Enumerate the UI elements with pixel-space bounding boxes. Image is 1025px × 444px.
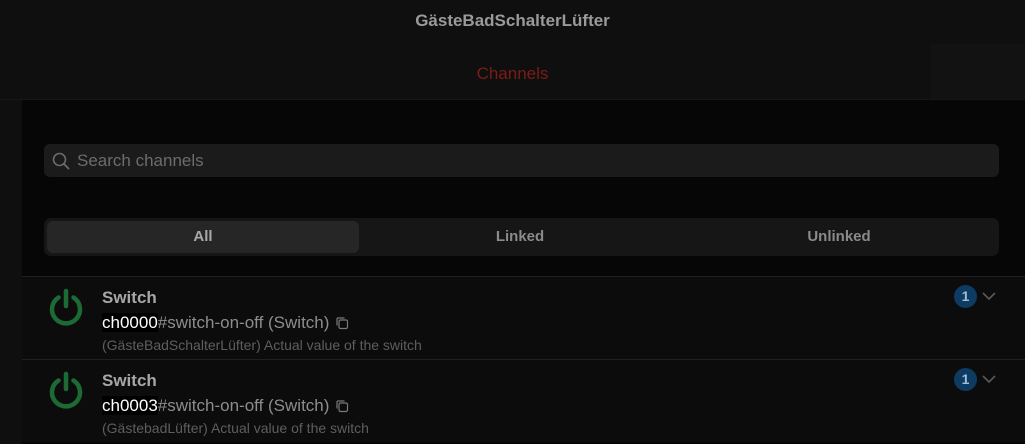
channel-description: (GästeBadSchalterLüfter) Actual value of…: [102, 337, 422, 353]
search-bar[interactable]: [44, 144, 999, 177]
channel-type: #switch-on-off (Switch): [157, 396, 330, 415]
channel-label: Switch: [102, 288, 157, 307]
power-icon: [49, 288, 83, 326]
copy-icon[interactable]: [335, 316, 349, 330]
link-filter-segmented-control: All Linked Unlinked: [44, 218, 999, 256]
tab-bar: Channels: [0, 44, 1025, 100]
link-count-badge: 1: [954, 285, 977, 308]
channel-id: ch0000: [102, 313, 158, 332]
link-count-badge: 1: [954, 368, 977, 391]
power-icon: [49, 371, 83, 409]
thing-channels-page: GästeBadSchalterLüfter Channels All Link…: [0, 0, 1025, 444]
copy-icon[interactable]: [335, 399, 349, 413]
channel-id: ch0003: [102, 396, 158, 415]
chevron-down-icon[interactable]: [981, 288, 997, 304]
channel-description: (GästebadLüfter) Actual value of the swi…: [102, 420, 369, 436]
page-title: GästeBadSchalterLüfter: [415, 11, 610, 30]
filter-linked-button[interactable]: Linked: [364, 221, 676, 253]
left-gutter: [0, 100, 22, 444]
tab-channels[interactable]: Channels: [0, 64, 1025, 84]
channel-list: Switch ch0000#switch-on-off (Switch) (Gä…: [22, 276, 1025, 444]
filter-unlinked-button[interactable]: Unlinked: [682, 221, 996, 253]
filter-all-button[interactable]: All: [47, 221, 359, 253]
title-bar: GästeBadSchalterLüfter: [0, 0, 1025, 44]
channel-label: Switch: [102, 371, 157, 390]
chevron-down-icon[interactable]: [981, 371, 997, 387]
search-icon: [52, 152, 70, 170]
channel-uid: ch0003#switch-on-off (Switch): [102, 396, 349, 416]
channel-list-item[interactable]: Switch ch0000#switch-on-off (Switch) (Gä…: [22, 276, 1025, 359]
search-input[interactable]: [77, 144, 977, 177]
channel-type: #switch-on-off (Switch): [157, 313, 330, 332]
channel-uid: ch0000#switch-on-off (Switch): [102, 313, 349, 333]
channel-list-item[interactable]: Switch ch0003#switch-on-off (Switch) (Gä…: [22, 359, 1025, 442]
